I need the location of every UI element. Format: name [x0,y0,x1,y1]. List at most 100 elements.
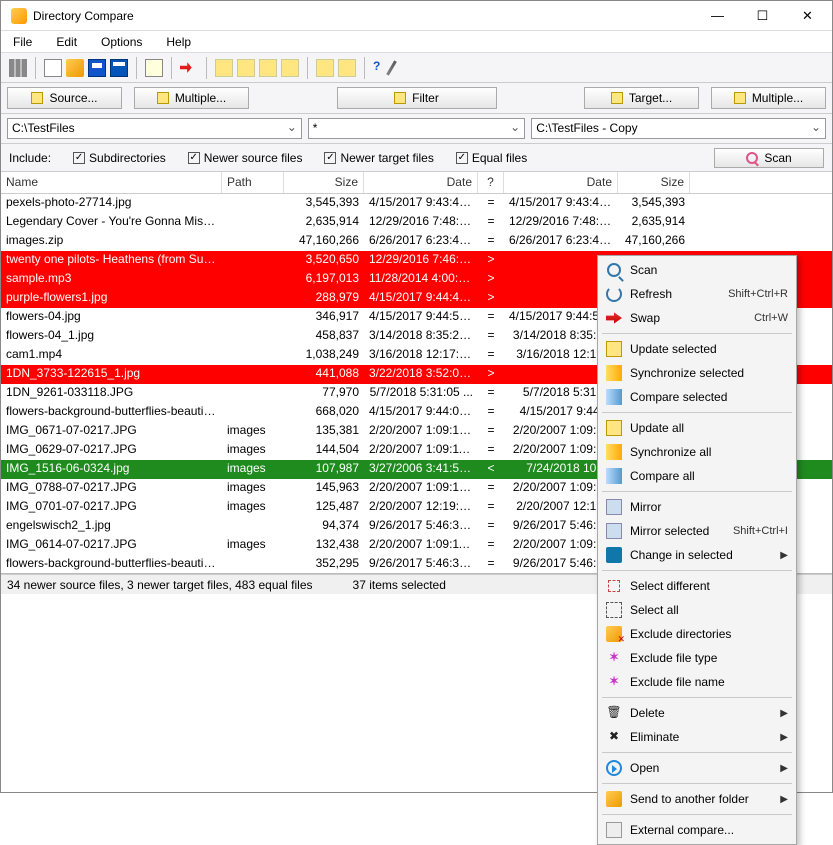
filter-6-icon[interactable] [338,59,356,77]
filter-4-icon[interactable] [281,59,299,77]
filter-pattern-select[interactable]: * [308,118,525,139]
wand-icon[interactable] [387,60,398,75]
menu-help[interactable]: Help [160,33,197,51]
cell-name: flowers-background-butterflies-beautiful… [1,555,222,574]
menu-item-exclude-directories[interactable]: Exclude directories [600,622,794,646]
properties-icon[interactable] [145,59,163,77]
cell-size: 2,635,914 [284,213,364,232]
filter-button[interactable]: Filter [337,87,497,109]
scan-button[interactable]: Scan [714,148,824,168]
cell-path [222,289,284,308]
swap-icon[interactable] [180,59,198,77]
scan-icon [606,262,622,278]
newer-source-checkbox[interactable]: ✓Newer source files [188,151,303,165]
maximize-button[interactable]: ☐ [740,1,785,30]
menu-item-refresh[interactable]: RefreshShift+Ctrl+R [600,282,794,306]
columns-icon[interactable] [9,59,27,77]
cell-path: images [222,441,284,460]
col-date-right[interactable]: Date [504,172,618,193]
menu-item-delete[interactable]: 🗑Delete▶ [600,701,794,725]
menu-file[interactable]: File [7,33,38,51]
minimize-button[interactable]: — [695,1,740,30]
elim-icon: ✖ [606,729,622,745]
menu-item-exclude-file-name[interactable]: ✶Exclude file name [600,670,794,694]
del-icon: 🗑 [606,705,622,721]
filter-icon [31,92,43,104]
menu-item-synchronize-selected[interactable]: Synchronize selected [600,361,794,385]
menu-item-exclude-file-type[interactable]: ✶Exclude file type [600,646,794,670]
exft-icon: ✶ [606,650,622,666]
seldf-icon [606,578,622,594]
close-button[interactable]: ✕ [785,1,830,30]
menu-item-mirror-selected[interactable]: Mirror selected Shift+Ctrl+I [600,519,794,543]
open-icon[interactable] [66,59,84,77]
menu-item-eliminate[interactable]: ✖Eliminate▶ [600,725,794,749]
newer-target-checkbox[interactable]: ✓Newer target files [324,151,433,165]
sync-icon [606,365,622,381]
source-path-select[interactable]: C:\TestFiles [7,118,302,139]
equal-files-checkbox[interactable]: ✓Equal files [456,151,527,165]
menu-edit[interactable]: Edit [50,33,83,51]
target-path-select[interactable]: C:\TestFiles - Copy [531,118,826,139]
cell-size: 135,381 [284,422,364,441]
menu-item-select-different[interactable]: Select different [600,574,794,598]
col-path[interactable]: Path [222,172,284,193]
col-compare[interactable]: ? [478,172,504,193]
target-button[interactable]: Target... [584,87,699,109]
save-icon[interactable] [88,59,106,77]
cell-path [222,213,284,232]
window-title: Directory Compare [33,9,134,23]
status-selection: 37 items selected [353,578,446,592]
menu-options[interactable]: Options [95,33,148,51]
col-size-right[interactable]: Size [618,172,690,193]
mirror-icon [606,523,622,539]
table-row[interactable]: pexels-photo-27714.jpg3,545,3934/15/2017… [1,194,832,213]
menu-item-open[interactable]: Open▶ [600,756,794,780]
source-button[interactable]: Source... [7,87,122,109]
col-size[interactable]: Size [284,172,364,193]
cell-size: 6,197,013 [284,270,364,289]
table-row[interactable]: images.zip47,160,2666/26/2017 6:23:45 ..… [1,232,832,251]
menu-item-label: Select different [630,579,788,593]
filter-3-icon[interactable] [259,59,277,77]
menu-item-select-all[interactable]: Select all [600,598,794,622]
cell-compare: = [478,213,504,232]
upd-icon [606,341,622,357]
menu-item-synchronize-all[interactable]: Synchronize all [600,440,794,464]
filter-2-icon[interactable] [237,59,255,77]
subdirs-checkbox[interactable]: ✓Subdirectories [73,151,166,165]
menu-item-swap[interactable]: SwapCtrl+W [600,306,794,330]
menu-item-compare-all[interactable]: Compare all [600,464,794,488]
menu-item-update-selected[interactable]: Update selected [600,337,794,361]
menu-item-change-in-selected[interactable]: Change in selected▶ [600,543,794,567]
col-name[interactable]: Name [1,172,222,193]
cell-path [222,194,284,213]
cell-path: images [222,422,284,441]
save-all-icon[interactable] [110,59,128,77]
menu-item-mirror[interactable]: Mirror [600,495,794,519]
menu-item-label: Select all [630,603,788,617]
mirror-icon [606,499,622,515]
filter-icon [394,92,406,104]
menu-item-scan[interactable]: Scan [600,258,794,282]
table-row[interactable]: Legendary Cover - You're Gonna Miss Me .… [1,213,832,232]
menu-item-update-all[interactable]: Update all [600,416,794,440]
cell-compare: = [478,308,504,327]
filter-5-icon[interactable] [316,59,334,77]
menu-item-compare-selected[interactable]: Compare selected [600,385,794,409]
help-icon[interactable]: ? [373,59,380,77]
multiple-right-button[interactable]: Multiple... [711,87,826,109]
menu-item-label: Exclude directories [630,627,788,641]
filter-icon [734,92,746,104]
new-icon[interactable] [44,59,62,77]
cell-size: 352,295 [284,555,364,574]
menu-item-label: Mirror selected [630,524,725,538]
menu-item-shortcut: Shift+Ctrl+I [733,525,788,537]
col-date-left[interactable]: Date [364,172,478,193]
menu-item-send-to-another-folder[interactable]: Send to another folder▶ [600,787,794,811]
cell-date-left: 2/20/2007 12:19:56... [364,498,478,517]
menu-item-external-compare-[interactable]: External compare... [600,818,794,842]
cell-compare: = [478,555,504,574]
filter-1-icon[interactable] [215,59,233,77]
multiple-left-button[interactable]: Multiple... [134,87,249,109]
